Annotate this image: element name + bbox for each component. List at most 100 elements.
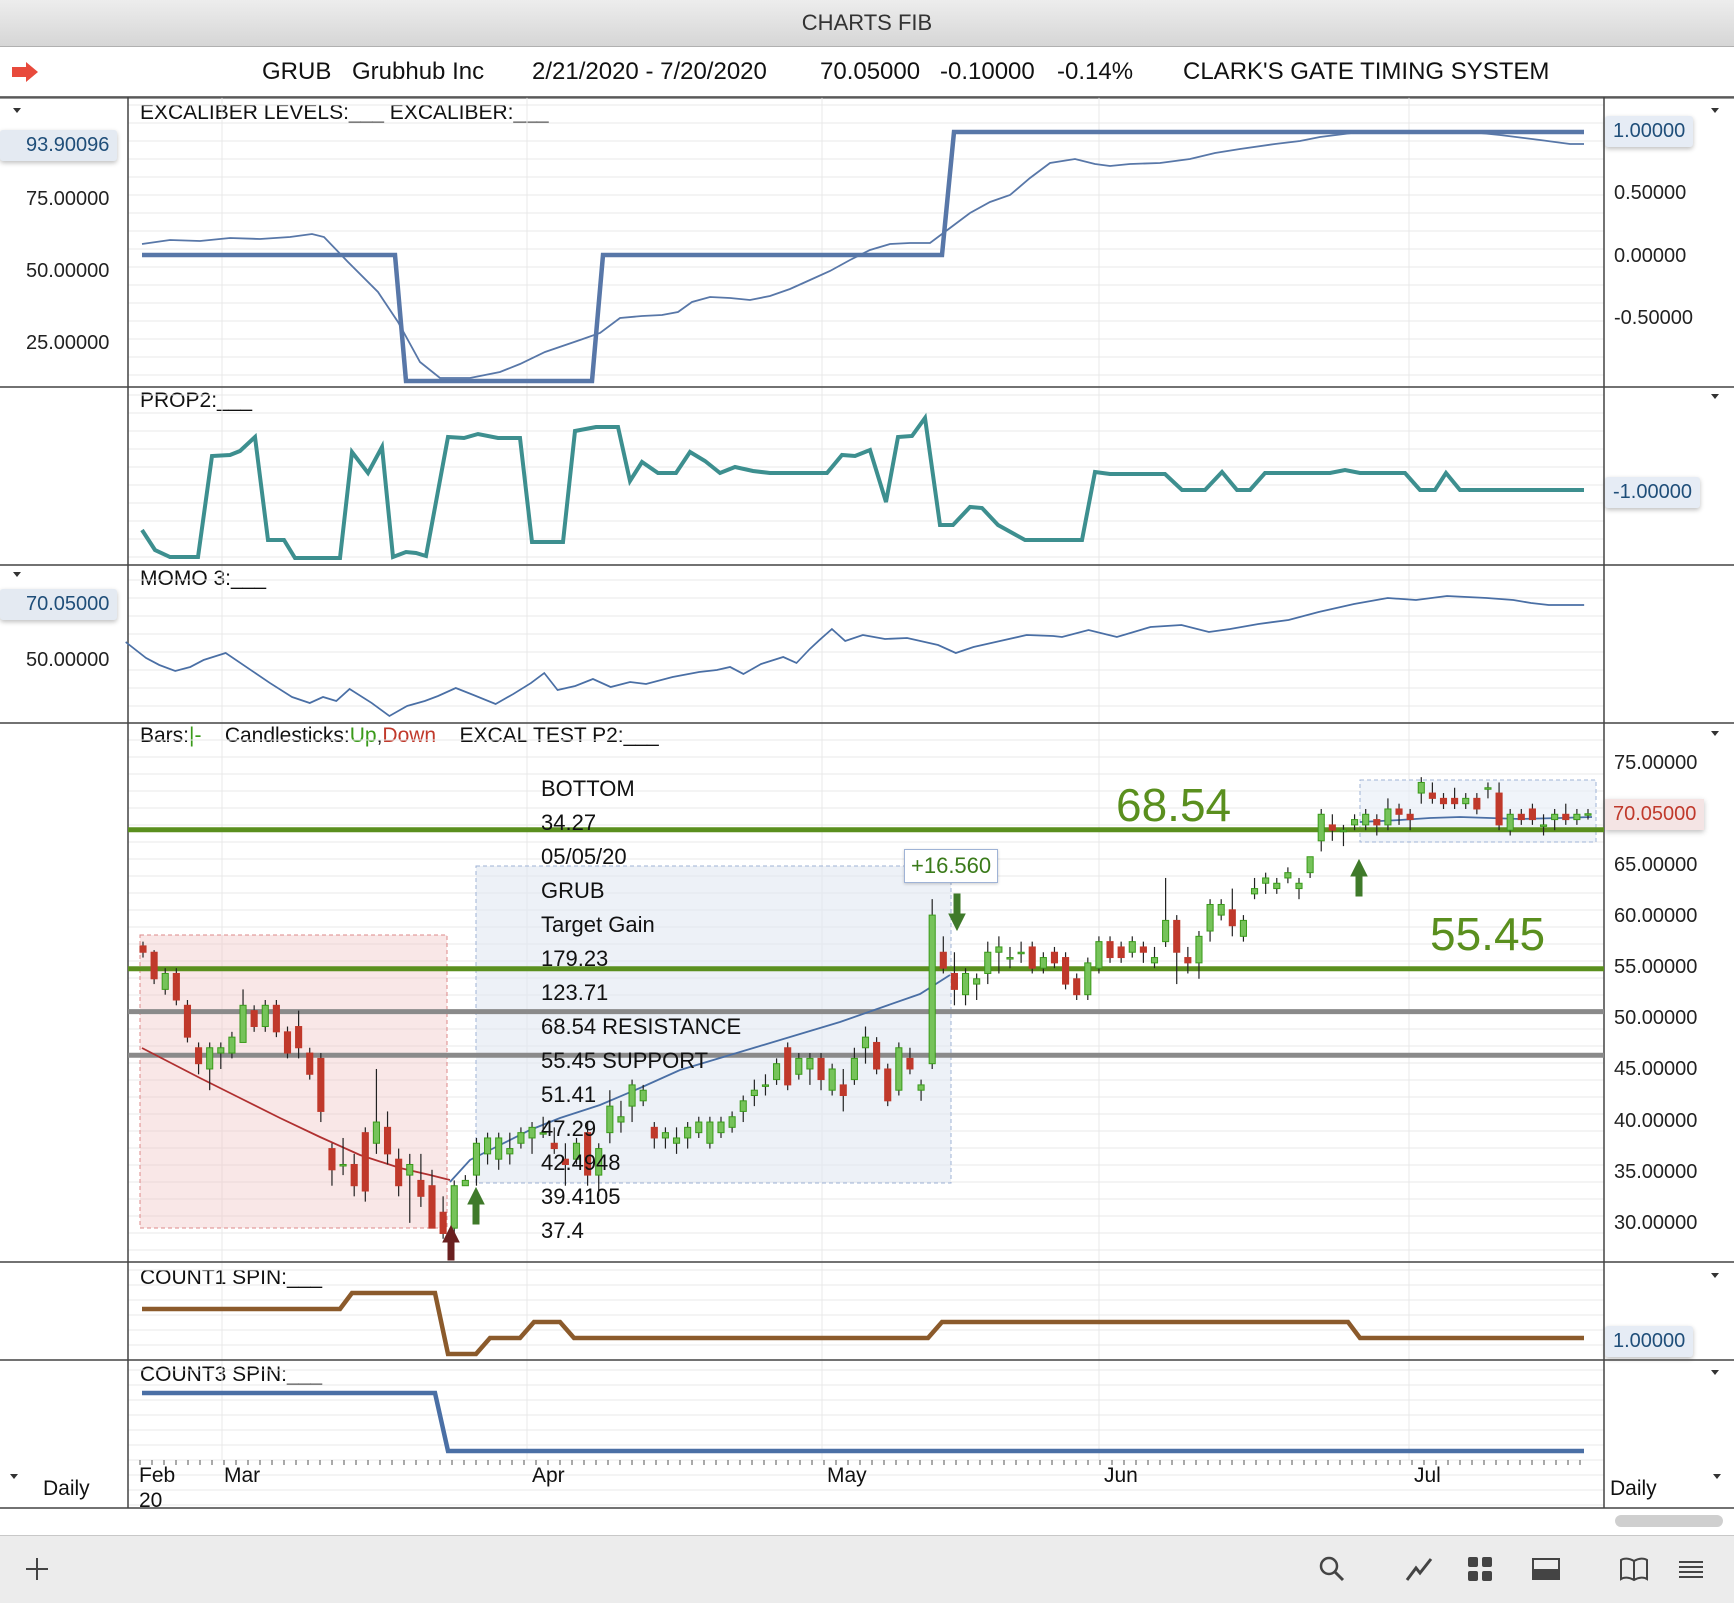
month-label: Mar xyxy=(224,1464,261,1487)
month-label: Feb xyxy=(139,1464,176,1487)
candle-body xyxy=(884,1068,892,1102)
candle-body xyxy=(1295,882,1303,890)
month-label: Jul xyxy=(1414,1464,1441,1487)
candle-body xyxy=(484,1137,492,1155)
candle-body xyxy=(150,951,158,980)
candle-body xyxy=(739,1100,747,1112)
candle-body xyxy=(1362,813,1370,826)
plus-icon[interactable] xyxy=(22,1554,52,1584)
candle-body xyxy=(250,1010,258,1028)
candle-body xyxy=(1128,941,1136,953)
count3-line xyxy=(142,1390,1584,1454)
candle-body xyxy=(873,1041,881,1070)
candle-body xyxy=(1306,856,1314,874)
candle-body xyxy=(1551,813,1559,821)
candle-body xyxy=(417,1179,425,1197)
candle-body xyxy=(339,1163,347,1167)
chart-canvas[interactable] xyxy=(0,0,1734,1535)
candle-body xyxy=(295,1026,303,1049)
candle-body xyxy=(717,1121,725,1134)
candle-body xyxy=(1150,957,1159,964)
line-chart-icon[interactable] xyxy=(1404,1554,1434,1584)
candle-body xyxy=(761,1084,770,1087)
candle-body xyxy=(961,972,970,996)
candle-body xyxy=(1439,797,1448,805)
grid-icon[interactable] xyxy=(1465,1554,1495,1584)
candle-body xyxy=(1195,935,1203,964)
candle-body xyxy=(1484,787,1492,790)
candle-body xyxy=(1006,957,1014,960)
horizontal-scrollbar[interactable] xyxy=(1615,1515,1723,1527)
candle-body xyxy=(361,1132,369,1192)
candle-body xyxy=(895,1047,903,1091)
momo-line xyxy=(125,595,1585,718)
candle-body xyxy=(1117,946,1125,959)
candle-body xyxy=(650,1126,658,1139)
up-arrow-icon xyxy=(467,1186,485,1225)
candle-body xyxy=(439,1211,447,1234)
candle-body xyxy=(773,1063,781,1081)
candle-body xyxy=(1173,919,1181,953)
left-period-selector[interactable]: Daily xyxy=(43,1477,90,1501)
month-label: Jun xyxy=(1104,1464,1138,1487)
candle-body xyxy=(1506,813,1514,831)
candle-body xyxy=(450,1185,458,1229)
candle-body xyxy=(1162,919,1170,943)
candle-body xyxy=(217,1047,225,1054)
note-bottom-price: 34.27 xyxy=(541,810,597,835)
candle-body xyxy=(1050,951,1059,964)
panel-icon[interactable] xyxy=(1531,1554,1561,1584)
candle-body xyxy=(228,1036,236,1054)
candle-body xyxy=(928,914,936,1065)
candle-body xyxy=(1206,903,1214,932)
candle-body xyxy=(850,1057,858,1081)
candle-body xyxy=(1417,781,1425,794)
note-resistance: 68.54 RESISTANCE xyxy=(541,1014,742,1039)
right-period-selector[interactable]: Daily xyxy=(1610,1477,1657,1501)
candle-body xyxy=(1328,824,1336,831)
resistance-level-label: 68.54 xyxy=(1116,779,1232,831)
note-bottom-date: 05/05/20 xyxy=(541,844,627,869)
menu-icon[interactable] xyxy=(1676,1554,1706,1584)
candle-body xyxy=(995,946,1003,953)
candle-body xyxy=(706,1121,714,1144)
candle-body xyxy=(1462,797,1470,805)
candle-body xyxy=(1039,957,1047,969)
candle-body xyxy=(1573,813,1581,821)
candle-body xyxy=(506,1148,514,1155)
note-level: 39.4105 xyxy=(541,1184,621,1209)
note-support: 55.45 SUPPORT xyxy=(541,1048,709,1073)
candle-body xyxy=(1217,903,1225,916)
candle-body xyxy=(1339,829,1348,833)
candle-body xyxy=(1084,962,1092,996)
candle-body xyxy=(917,1084,925,1091)
candle-body xyxy=(1184,957,1192,964)
candle-body xyxy=(1562,813,1570,821)
candle-body xyxy=(1017,951,1025,955)
candle-body xyxy=(839,1084,847,1097)
candle-body xyxy=(1273,882,1281,890)
up-arrow-icon xyxy=(1350,858,1368,897)
candle-body xyxy=(1284,872,1292,879)
candle-body xyxy=(239,1004,247,1043)
candle-body xyxy=(261,1004,269,1028)
candle-body xyxy=(161,972,169,990)
candle-body xyxy=(1406,813,1414,821)
candle-body xyxy=(939,951,947,969)
search-icon[interactable] xyxy=(1317,1554,1347,1584)
candle-body xyxy=(183,1004,192,1038)
candle-body xyxy=(795,1057,803,1075)
collapse-triangle-icon xyxy=(1711,731,1719,736)
candle-body xyxy=(973,978,981,985)
candle-body xyxy=(672,1137,681,1144)
candle-body xyxy=(328,1148,336,1171)
candle-body xyxy=(472,1142,481,1176)
candle-body xyxy=(550,1142,558,1150)
candle-body xyxy=(1250,888,1259,895)
candle-body xyxy=(350,1163,358,1187)
month-label: May xyxy=(827,1464,867,1487)
candle-body xyxy=(1073,978,1081,996)
candle-body xyxy=(861,1036,870,1049)
candle-body xyxy=(950,972,958,990)
book-icon[interactable] xyxy=(1619,1554,1649,1584)
